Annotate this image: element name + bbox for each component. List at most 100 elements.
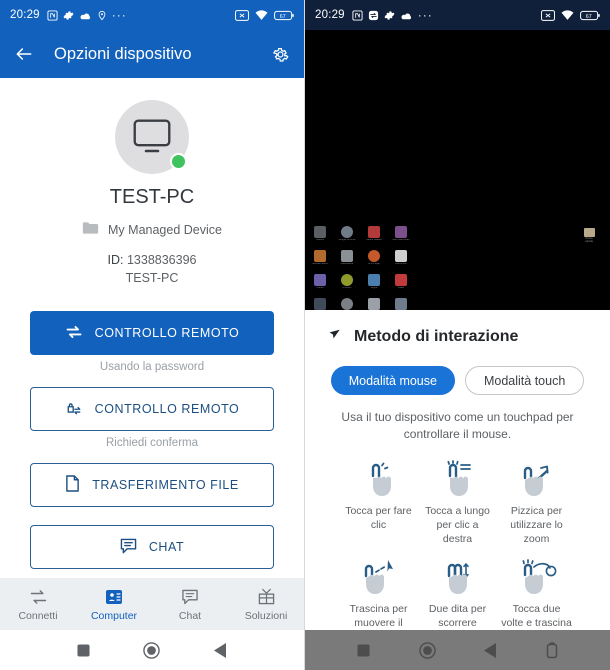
wifi-icon (255, 9, 268, 21)
desktop-icon-right[interactable]: Nuova cartella (582, 228, 596, 243)
gesture-hints-grid: Tocca per fare clic Tocca a lungo per cl… (325, 458, 590, 659)
mode-mouse-label: Modalità mouse (348, 373, 437, 388)
home-circle-icon[interactable] (143, 641, 161, 659)
desktop-icon[interactable]: uTorrent (336, 274, 358, 296)
chat-icon (152, 587, 228, 607)
status-time: 20:29 (10, 9, 40, 21)
drag-move-icon (339, 556, 418, 596)
mode-mouse-chip[interactable]: Modalità mouse (330, 366, 455, 395)
remote-desktop-view[interactable]: Cestino Google Chrome Adobe Reader Nero … (305, 30, 610, 310)
desktop-icon[interactable]: Cestino (309, 226, 331, 248)
mode-touch-chip[interactable]: Modalità touch (464, 366, 585, 395)
gesture-hint: Pizzica per utilizzare lo zoom (497, 458, 576, 547)
svg-text:67: 67 (280, 13, 286, 19)
device-id-label: ID: (107, 253, 124, 267)
desktop-icon[interactable]: Notepad (363, 298, 385, 310)
gesture-label: Tocca per fare clic (345, 504, 412, 531)
tab-soluzioni[interactable]: Soluzioni (228, 587, 304, 622)
nfc-icon (352, 9, 363, 21)
computer-icon (76, 587, 152, 607)
desktop-icon[interactable]: Nero StartSmart (390, 226, 412, 248)
double-tap-drag-icon (497, 556, 576, 596)
tab-connetti-label: Connetti (18, 609, 58, 622)
android-nav-bar-left (0, 630, 304, 670)
device-group-label: My Managed Device (108, 222, 222, 237)
status-time: 20:29 (315, 9, 345, 21)
remote-session-icon (368, 10, 379, 21)
status-left-group: 20:29 ··· (10, 8, 127, 22)
tab-computer-label: Computer (90, 609, 138, 622)
back-triangle-icon[interactable] (214, 642, 227, 658)
wifi-icon (561, 9, 574, 21)
cloud-icon (79, 10, 92, 21)
desktop-icon[interactable]: Winamp (336, 298, 358, 310)
recents-square-icon[interactable] (357, 643, 370, 657)
gesture-label: Tocca a lungo per clic a destra (425, 504, 490, 546)
remote-control-password-sub: Usando la password (99, 361, 205, 374)
remote-control-confirm-label: CONTROLLO REMOTO (94, 402, 240, 417)
desktop-icon[interactable]: Mozilla Firefox (309, 250, 331, 272)
screenshot-root: 20:29 ··· 67 Opzioni dispositivo TEST-PC… (0, 0, 610, 670)
device-id-block: ID: 1338836396 TEST-PC (0, 251, 304, 287)
status-badge-online (170, 153, 187, 170)
remote-control-icon (65, 325, 83, 342)
folder-icon (82, 221, 99, 238)
tab-chat-label: Chat (178, 609, 202, 622)
desktop-icon[interactable]: Steam (309, 298, 331, 310)
battery-icon: 67 (580, 10, 600, 21)
interaction-header: Metodo di interazione (325, 326, 590, 348)
home-circle-icon[interactable] (418, 641, 436, 659)
desktop-icon[interactable]: Photo (390, 298, 412, 310)
device-name: TEST-PC (109, 186, 195, 208)
screenshot-icon (541, 9, 555, 21)
battery-icon: 67 (274, 10, 294, 21)
tab-computer[interactable]: Computer (76, 587, 152, 622)
remote-control-confirm-button[interactable]: CONTROLLO REMOTO (30, 387, 274, 432)
file-transfer-label: TRASFERIMENTO FILE (92, 478, 239, 493)
right-phone-screen: 20:29 ··· 67 Cestino Google Chrome Adobe… (305, 0, 610, 670)
desktop-icon[interactable]: Avast (390, 274, 412, 296)
tap-click-icon (339, 458, 418, 498)
interaction-method-section: Metodo di interazione Modalità mouse Mod… (305, 310, 610, 659)
desktop-icon[interactable]: Calcolatrice (336, 250, 358, 272)
left-phone-screen: 20:29 ··· 67 Opzioni dispositivo TEST-PC… (0, 0, 305, 670)
rotate-icon[interactable] (546, 641, 558, 659)
gesture-hint: Tocca per fare clic (339, 458, 418, 547)
android-nav-bar-right (305, 630, 610, 670)
desktop-icon[interactable]: Google Chrome (336, 226, 358, 248)
chat-button[interactable]: CHAT (30, 525, 274, 570)
remote-control-password-label: CONTROLLO REMOTO (94, 326, 240, 341)
gear-icon[interactable] (271, 45, 290, 64)
tab-chat[interactable]: Chat (152, 587, 228, 622)
nfc-icon (47, 9, 58, 21)
status-right-group: 67 (541, 9, 600, 21)
cloud-icon (400, 10, 413, 21)
back-arrow-icon[interactable] (14, 44, 34, 64)
file-transfer-button[interactable]: TRASFERIMENTO FILE (30, 463, 274, 508)
desktop-icon[interactable]: Adobe Reader (363, 226, 385, 248)
interaction-mode-toggle: Modalità mouse Modalità touch (325, 366, 590, 395)
remote-control-lock-icon (65, 400, 83, 419)
status-left-group: 20:29 ··· (315, 8, 433, 22)
more-dots-icon: ··· (417, 8, 433, 22)
mode-touch-label: Modalità touch (483, 373, 566, 388)
pointer-arrow-icon (325, 326, 342, 348)
remote-control-confirm-sub: Richiedi conferma (105, 437, 199, 450)
long-press-icon (418, 458, 497, 498)
device-info-block: TEST-PC My Managed Device ID: 1338836396… (0, 78, 304, 287)
desktop-icon[interactable]: VLC Player (363, 250, 385, 272)
two-finger-scroll-icon (418, 556, 497, 596)
tab-connetti[interactable]: Connetti (0, 587, 76, 622)
desktop-icon[interactable]: Documenti (390, 250, 412, 272)
left-status-bar: 20:29 ··· 67 (0, 0, 304, 30)
remote-control-password-button[interactable]: CONTROLLO REMOTO (30, 311, 274, 356)
desktop-icon[interactable]: iTunes (309, 274, 331, 296)
recents-square-icon[interactable] (77, 643, 90, 657)
back-triangle-icon[interactable] (484, 642, 497, 658)
svg-text:67: 67 (586, 13, 592, 19)
right-status-bar: 20:29 ··· 67 (305, 0, 610, 30)
desktop-icon[interactable]: Skype (363, 274, 385, 296)
more-dots-icon: ··· (111, 8, 127, 22)
device-alias: TEST-PC (125, 271, 179, 286)
solutions-gift-icon (228, 587, 304, 607)
